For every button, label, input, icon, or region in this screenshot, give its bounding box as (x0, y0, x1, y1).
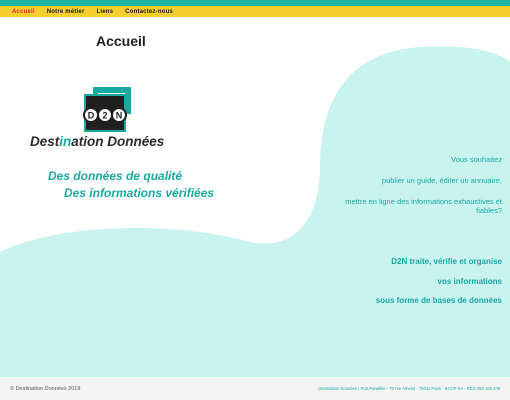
tagline-quality: Des données de qualité (48, 169, 183, 183)
intro-text-1: Vous souhaitez (451, 155, 502, 164)
logo-letter-d: D (88, 111, 95, 121)
service-text-2: vos informations (437, 277, 502, 286)
service-text-1: D2N traite, vérifie et organise (391, 257, 502, 266)
page-title: Accueil (96, 33, 146, 49)
intro-text-3: mettre en ligne des informations exhaust… (345, 197, 502, 216)
main-nav: Accueil Notre métier Liens Contactez-nou… (0, 6, 510, 17)
logo-letter-n: N (116, 111, 123, 121)
wordmark-part2: in (59, 134, 71, 149)
footer: © Destination Données 2019 Destination D… (0, 377, 510, 400)
nav-item-accueil[interactable]: Accueil (12, 9, 35, 15)
logo-wordmark: Destination Données (30, 134, 165, 149)
footer-legal-info: Destination Données | Port Parallèle - 7… (318, 386, 500, 391)
intro-text-2: publier un guide, éditer un annuaire, (381, 176, 502, 185)
nav-item-liens[interactable]: Liens (97, 9, 114, 15)
wordmark-part4: Données (104, 134, 165, 149)
service-text-3: sous forme de bases de données (375, 296, 502, 305)
nav-item-contact[interactable]: Contactez-nous (125, 9, 173, 15)
wordmark-part1: Dest (30, 134, 60, 149)
logo-letter-2: 2 (102, 111, 107, 121)
d2n-logo: D 2 N Destination Données (30, 87, 165, 149)
tagline-verified: Des informations vérifiées (64, 186, 215, 200)
wordmark-part3: ation (71, 134, 103, 149)
nav-item-notre-metier[interactable]: Notre métier (47, 9, 85, 15)
footer-copyright: © Destination Données 2019 (10, 385, 81, 392)
